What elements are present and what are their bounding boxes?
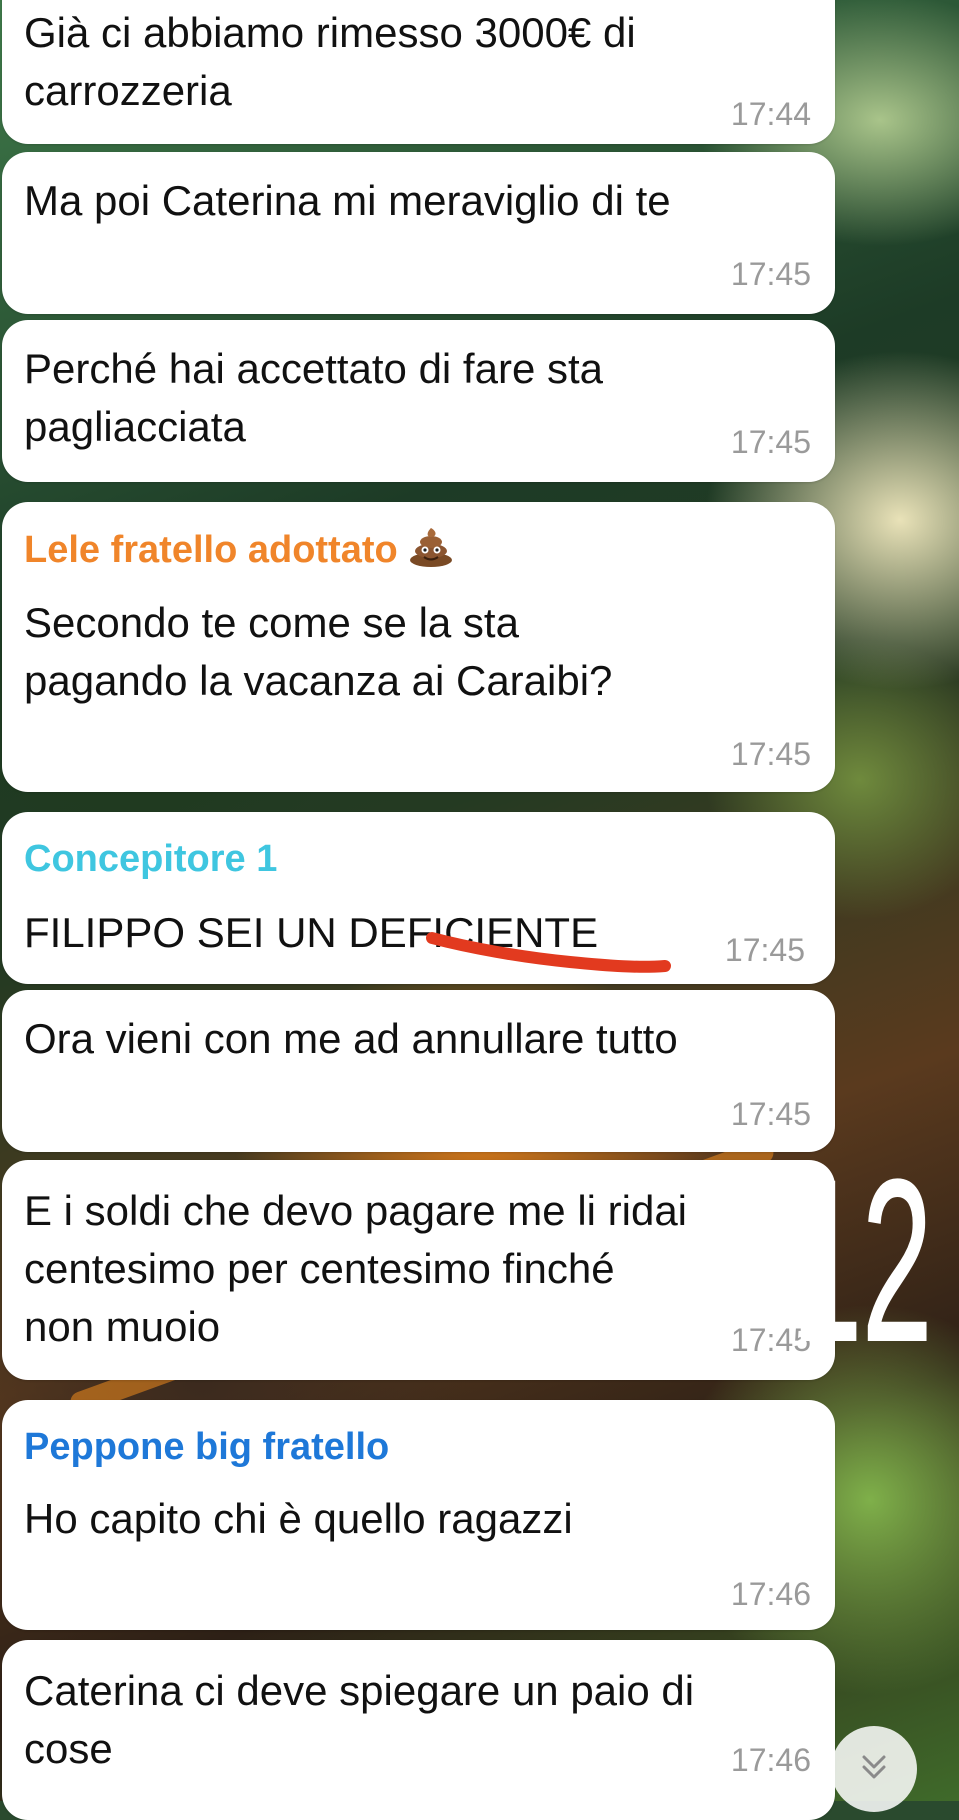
- pile-of-poo-icon: [408, 526, 454, 578]
- message-text-line: E i soldi che devo pagare me li ridai: [24, 1187, 688, 1234]
- message-text-line: Caterina ci deve spiegare un paio di: [24, 1667, 695, 1714]
- message-bubble[interactable]: Ma poi Caterina mi meraviglio di te 17:4…: [2, 152, 835, 314]
- sender-name[interactable]: Lele fratello adottato: [24, 526, 454, 578]
- message-bubble[interactable]: Peppone big fratello Ho capito chi è que…: [2, 1400, 835, 1630]
- message-text-line: non muoio: [24, 1303, 221, 1350]
- message-text-line: Ora vieni con me ad annullare tutto: [24, 1015, 678, 1062]
- message-text-line: cose: [24, 1725, 113, 1772]
- message-time: 17:45: [730, 256, 811, 292]
- message-text-line: Già ci abbiamo rimesso 3000€ di: [24, 9, 636, 56]
- message-time: 17:44: [730, 96, 811, 132]
- message-bubble[interactable]: Caterina ci deve spiegare un paio di cos…: [2, 1640, 835, 1820]
- sender-name[interactable]: Concepitore 1: [24, 838, 277, 881]
- message-bubble[interactable]: Perché hai accettato di fare sta pagliac…: [2, 320, 835, 482]
- message-time: 17:45: [730, 736, 811, 772]
- message-time: 17:46: [730, 1576, 811, 1612]
- double-chevron-down-icon: [855, 1748, 893, 1791]
- message-text-line: pagando la vacanza ai Caraibi?: [24, 657, 613, 704]
- message-time: 17:46: [730, 1742, 811, 1778]
- message-text-line: Perché hai accettato di fare sta: [24, 345, 603, 392]
- message-time: 17:45: [724, 932, 805, 968]
- message-text-line: Ho capito chi è quello ragazzi: [24, 1495, 573, 1542]
- message-bubble[interactable]: Già ci abbiamo rimesso 3000€ di carrozze…: [2, 0, 835, 144]
- message-bubble[interactable]: E i soldi che devo pagare me li ridai ce…: [2, 1160, 835, 1380]
- sender-name[interactable]: Peppone big fratello: [24, 1426, 389, 1469]
- message-time: 17:45: [730, 1322, 811, 1358]
- message-bubble[interactable]: Lele fratello adottato Secondo te come s…: [2, 502, 835, 792]
- sender-name-text: Lele fratello adottato: [24, 529, 398, 572]
- message-text-line: centesimo per centesimo finché: [24, 1245, 615, 1292]
- message-time: 17:45: [730, 424, 811, 460]
- message-time: 17:45: [730, 1096, 811, 1132]
- message-text-line: pagliacciata: [24, 403, 246, 450]
- message-bubble[interactable]: Concepitore 1 FILIPPO SEI UN DEFICIENTE …: [2, 812, 835, 984]
- message-text-line: FILIPPO SEI UN DEFICIENTE: [24, 909, 599, 956]
- message-text-line: Ma poi Caterina mi meraviglio di te: [24, 177, 671, 224]
- message-bubble[interactable]: Ora vieni con me ad annullare tutto 17:4…: [2, 990, 835, 1152]
- scroll-to-bottom-button[interactable]: [831, 1726, 917, 1812]
- message-text-line: Secondo te come se la sta: [24, 599, 519, 646]
- message-list[interactable]: Già ci abbiamo rimesso 3000€ di carrozze…: [0, 0, 959, 1820]
- message-text-line: carrozzeria: [24, 67, 232, 114]
